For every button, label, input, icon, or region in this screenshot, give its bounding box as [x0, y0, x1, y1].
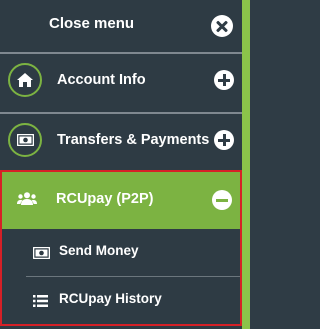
close-menu-row[interactable]: Close menu: [0, 0, 242, 52]
menu-item-rcupay[interactable]: RCUpay (P2P): [2, 172, 240, 229]
menu-item-label: Transfers & Payments: [57, 132, 210, 148]
expand-plus-icon[interactable]: [214, 130, 234, 150]
background-strip: [242, 0, 250, 329]
menu-item-label: RCUpay (P2P): [56, 191, 154, 207]
list-icon: [33, 294, 48, 312]
submenu-item-label: Send Money: [59, 243, 139, 258]
money-icon: [8, 123, 42, 157]
home-icon: [8, 63, 42, 97]
close-icon[interactable]: [211, 15, 233, 37]
menu-item-account-info[interactable]: Account Info: [0, 54, 242, 112]
menu-item-transfers-payments[interactable]: Transfers & Payments: [0, 114, 242, 172]
close-menu-label: Close menu: [49, 15, 135, 32]
menu-item-label: Account Info: [57, 72, 146, 88]
collapse-minus-icon[interactable]: [212, 190, 232, 210]
submenu-item-rcupay-history[interactable]: RCUpay History: [2, 277, 240, 324]
expand-plus-icon[interactable]: [214, 70, 234, 90]
submenu-item-label: RCUpay History: [59, 291, 162, 306]
money-icon: [32, 246, 51, 264]
menu-section-rcupay: RCUpay (P2P) Send Money RCUpay History: [0, 170, 242, 326]
submenu-item-send-money[interactable]: Send Money: [2, 229, 240, 276]
side-menu: Close menu Account Info Transfers & Paym…: [0, 0, 242, 329]
users-icon: [17, 192, 37, 210]
